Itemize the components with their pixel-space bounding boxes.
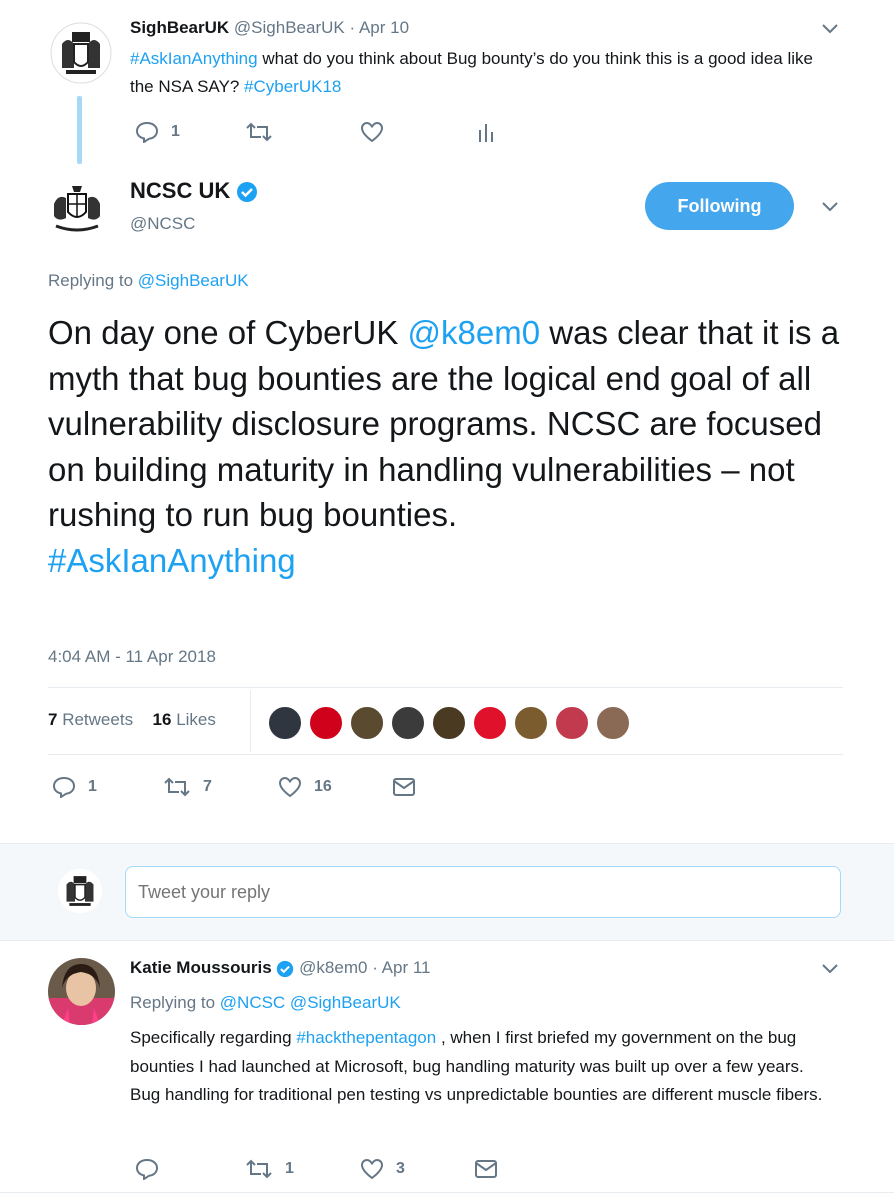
reply-button[interactable]: 1 (135, 121, 180, 143)
liker-avatar[interactable] (390, 705, 426, 741)
author-name[interactable]: NCSC UK (130, 178, 230, 203)
heart-icon (360, 121, 384, 143)
analytics-icon (479, 124, 493, 142)
divider (0, 1192, 894, 1193)
like-count: 3 (396, 1160, 405, 1177)
thread-connector (77, 96, 82, 164)
retweet-icon (164, 777, 190, 797)
retweet-count: 7 (203, 778, 212, 795)
liker-avatar[interactable] (431, 705, 467, 741)
replying-prefix: Replying to (48, 271, 138, 290)
retweet-button[interactable]: 1 (245, 1159, 294, 1179)
reply-tweet-header: Katie Moussouris @k8em0 · Apr 11 (130, 958, 431, 978)
replying-to-link[interactable]: @SighBearUK (138, 271, 249, 290)
hashtag-link[interactable]: #hackthepentagon (296, 1028, 436, 1047)
reply-tweet-text: Specifically regarding #hackthepentagon … (130, 1024, 830, 1110)
retweets-label: Retweets (62, 710, 134, 729)
tweet-timestamp[interactable]: 4:04 AM - 11 Apr 2018 (48, 647, 216, 667)
heart-icon (360, 1158, 384, 1180)
author-handle[interactable]: @k8em0 (299, 958, 367, 977)
tweet-date[interactable]: Apr 10 (359, 18, 409, 37)
sighbear-avatar[interactable] (50, 22, 112, 84)
profile-photo-icon (48, 958, 115, 1025)
liker-avatar[interactable] (267, 705, 303, 741)
liker-avatar[interactable] (308, 705, 344, 741)
tweet-text-part: On day one of CyberUK (48, 314, 408, 351)
separator: · (372, 958, 378, 977)
direct-message-button[interactable] (392, 777, 416, 797)
chevron-down-icon[interactable] (820, 200, 840, 214)
retweets-stat[interactable]: 7 Retweets (48, 710, 133, 729)
like-button[interactable] (360, 121, 384, 143)
hashtag-link[interactable]: #AskIanAnything (130, 49, 258, 68)
divider (48, 687, 843, 688)
hashtag-link[interactable]: #CyberUK18 (244, 77, 341, 96)
royal-coat-of-arms-icon (47, 179, 107, 239)
following-button-label: Following (677, 195, 762, 216)
reply-icon (52, 776, 76, 798)
reply-icon (135, 121, 159, 143)
liker-avatar[interactable] (349, 705, 385, 741)
crest-icon (50, 22, 112, 84)
retweets-count: 7 (48, 710, 58, 729)
likes-count: 16 (152, 710, 172, 729)
current-user-avatar[interactable] (58, 869, 102, 913)
likes-label: Likes (176, 710, 216, 729)
envelope-icon (393, 778, 415, 796)
verified-badge-icon (277, 960, 294, 977)
retweet-icon (246, 122, 272, 142)
liker-avatar[interactable] (554, 705, 590, 741)
author-name[interactable]: Katie Moussouris (130, 958, 272, 977)
like-button[interactable]: 16 (278, 776, 332, 798)
replying-prefix: Replying to (130, 993, 220, 1012)
reply-count: 1 (171, 123, 180, 140)
author-handle[interactable]: @SighBearUK (234, 18, 345, 37)
retweet-icon (246, 1159, 272, 1179)
liker-avatar[interactable] (513, 705, 549, 741)
mention-link[interactable]: @k8em0 (408, 314, 541, 351)
hashtag-link[interactable]: #AskIanAnything (48, 542, 296, 579)
author-handle[interactable]: @NCSC (130, 214, 195, 234)
heart-icon (278, 776, 302, 798)
chevron-down-icon[interactable] (820, 962, 840, 976)
crest-icon (58, 869, 102, 913)
reply-button[interactable] (135, 1158, 159, 1180)
reply-composer (0, 843, 894, 941)
verified-badge-icon (237, 182, 258, 203)
replying-to: Replying to @SighBearUK (48, 271, 249, 291)
liker-avatar[interactable] (595, 705, 631, 741)
parent-tweet-header: SighBearUK @SighBearUK · Apr 10 (130, 18, 409, 38)
ncsc-avatar[interactable] (46, 178, 108, 240)
reply-icon (135, 1158, 159, 1180)
reply-count: 1 (88, 778, 97, 795)
replying-to-link[interactable]: @NCSC @SighBearUK (220, 993, 401, 1012)
author-name[interactable]: SighBearUK (130, 18, 229, 37)
envelope-icon (475, 1160, 497, 1178)
like-button[interactable]: 3 (360, 1158, 405, 1180)
replying-to: Replying to @NCSC @SighBearUK (130, 993, 401, 1013)
main-tweet-author: NCSC UK (130, 178, 258, 204)
analytics-button[interactable] (476, 120, 496, 144)
retweet-button[interactable]: 7 (163, 777, 212, 797)
engagement-stats: 7 Retweets 16 Likes (48, 710, 216, 730)
retweet-button[interactable] (245, 122, 273, 142)
reply-input[interactable] (125, 866, 841, 918)
main-tweet-text: On day one of CyberUK @k8em0 was clear t… (48, 310, 848, 583)
parent-tweet-text: #AskIanAnything what do you think about … (130, 45, 830, 101)
chevron-down-icon[interactable] (820, 22, 840, 36)
katie-avatar[interactable] (48, 958, 115, 1025)
liker-avatar[interactable] (472, 705, 508, 741)
following-button[interactable]: Following (645, 182, 794, 230)
reply-button[interactable]: 1 (52, 776, 97, 798)
divider (48, 754, 843, 755)
like-count: 16 (314, 778, 332, 795)
likes-stat[interactable]: 16 Likes (153, 710, 216, 729)
tweet-text-part: Specifically regarding (130, 1028, 297, 1047)
separator: · (349, 18, 356, 37)
retweet-count: 1 (285, 1160, 294, 1177)
direct-message-button[interactable] (474, 1159, 498, 1179)
tweet-date[interactable]: Apr 11 (382, 958, 431, 977)
stats-divider (250, 690, 251, 752)
